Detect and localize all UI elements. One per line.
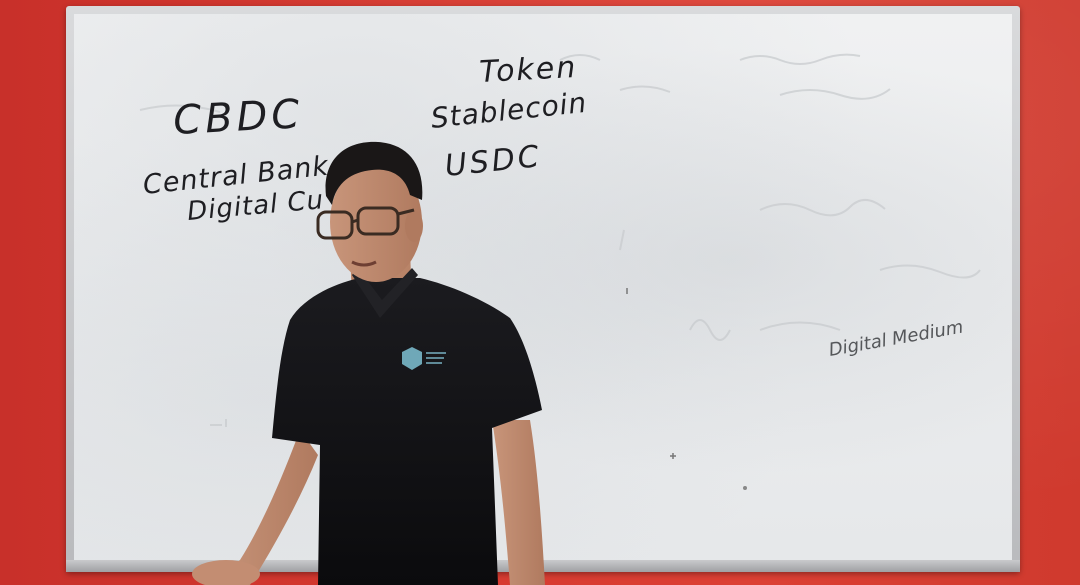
presenter: [192, 141, 545, 585]
scene: CBDC Central Bank Digital Cu Token Stabl…: [0, 0, 1080, 585]
ear: [405, 210, 423, 242]
right-arm: [492, 420, 545, 585]
